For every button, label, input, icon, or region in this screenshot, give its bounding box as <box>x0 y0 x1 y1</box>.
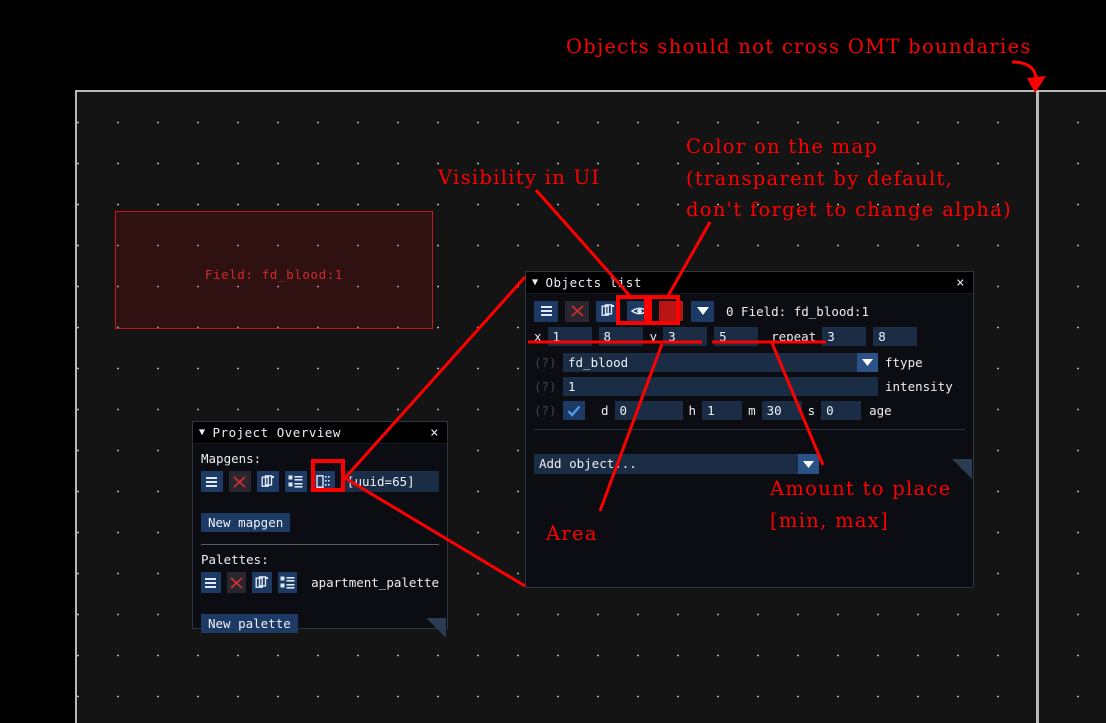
mapgen-uuid-field[interactable]: [uuid=65] <box>340 471 440 492</box>
age-row: (?) d 0 h 1 m 30 s 0 age <box>534 401 965 420</box>
age-label: age <box>869 403 892 418</box>
objects-resize-handle[interactable] <box>952 459 972 479</box>
collapse-caret-icon[interactable]: ▼ <box>199 427 206 438</box>
menu-icon[interactable] <box>201 572 221 593</box>
palette-row: apartment_palette <box>201 572 439 593</box>
ftype-label: ftype <box>885 355 923 370</box>
objects-window-title: Objects list <box>545 275 642 290</box>
field-area-rect[interactable]: Field: fd_blood:1 <box>115 211 433 329</box>
y-max-input[interactable]: 5 <box>714 327 759 346</box>
help-icon[interactable]: (?) <box>534 379 557 394</box>
annotation-visibility: Visibility in UI <box>438 166 601 189</box>
add-object-value: Add object... <box>539 456 637 471</box>
annotation-amount: Amount to place [min, max] <box>770 473 952 536</box>
copy-icon[interactable] <box>256 471 279 492</box>
close-icon[interactable]: × <box>428 426 441 440</box>
project-overview-window[interactable]: ▼ Project Overview × Mapgens: [uuid=65] … <box>192 421 448 638</box>
chevron-down-icon[interactable] <box>691 300 714 322</box>
project-window-title: Project Overview <box>212 425 341 440</box>
age-d-input[interactable]: 0 <box>614 401 683 420</box>
mapgens-label: Mapgens: <box>201 451 262 466</box>
objects-window-body: 0 Field: fd_blood:1 x 1 8 y 3 5 repeat 3… <box>526 294 973 480</box>
help-icon[interactable]: (?) <box>534 355 557 370</box>
objects-window-titlebar[interactable]: ▼ Objects list × <box>526 272 973 294</box>
annotation-color: Color on the map (transparent by default… <box>686 131 1012 226</box>
x-label: x <box>534 329 542 344</box>
age-fields: d 0 h 1 m 30 s 0 age <box>592 401 898 420</box>
intensity-label: intensity <box>885 379 953 394</box>
annotation-amount-line2: [min, max] <box>770 508 890 532</box>
x-max-input[interactable]: 8 <box>598 327 643 346</box>
app-root: Field: fd_blood:1 ▼ Objects list × 0 Fie… <box>0 0 1106 723</box>
intensity-value: 1 <box>568 379 576 394</box>
eye-icon[interactable] <box>627 300 651 322</box>
add-object-combo[interactable]: Add object... <box>534 454 819 474</box>
x-min-input[interactable]: 1 <box>547 327 592 346</box>
collapse-caret-icon[interactable]: ▼ <box>532 277 539 288</box>
close-icon[interactable]: × <box>954 276 967 290</box>
object-color-swatch[interactable] <box>658 300 684 322</box>
age-checkbox[interactable] <box>563 401 585 420</box>
project-window-body: Mapgens: [uuid=65] New mapgen Palettes: … <box>193 444 447 639</box>
delete-icon[interactable] <box>228 471 251 492</box>
add-object-row: Add object... <box>534 454 965 474</box>
ftype-row: (?) fd_blood ftype <box>534 353 965 372</box>
annotation-color-line1: Color on the map <box>686 135 879 158</box>
repeat-min-input[interactable]: 3 <box>822 327 867 346</box>
menu-icon[interactable] <box>201 471 223 492</box>
properties-icon[interactable] <box>284 471 307 492</box>
field-area-label: Field: fd_blood:1 <box>204 267 344 282</box>
y-label: y <box>649 329 658 344</box>
ftype-combo[interactable]: fd_blood <box>563 353 878 372</box>
annotation-amount-line1: Amount to place <box>770 477 952 500</box>
properties-icon[interactable] <box>277 572 298 593</box>
mapgen-edit-icon[interactable] <box>312 471 335 492</box>
copy-icon[interactable] <box>252 572 272 593</box>
age-m-input[interactable]: 30 <box>761 401 802 420</box>
repeat-max-input[interactable]: 8 <box>873 327 918 346</box>
mapgen-row: [uuid=65] <box>201 471 440 492</box>
object-coords-row: x 1 8 y 3 5 repeat 3 8 <box>534 327 965 346</box>
annotation-color-line2: (transparent by default, <box>686 166 954 190</box>
annotation-area: Area <box>546 522 598 545</box>
age-m-label: m <box>748 403 756 418</box>
menu-icon[interactable] <box>534 300 558 322</box>
copy-icon[interactable] <box>596 300 620 322</box>
palette-name: apartment_palette <box>311 575 439 590</box>
help-icon[interactable]: (?) <box>534 403 557 418</box>
palettes-label: Palettes: <box>201 552 269 567</box>
annotation-omt: Objects should not cross OMT boundaries <box>566 35 1032 58</box>
objects-divider <box>534 429 965 430</box>
age-s-label: s <box>807 403 816 418</box>
omt-arrow <box>1011 60 1038 89</box>
age-h-input[interactable]: 1 <box>702 401 743 420</box>
new-palette-button[interactable]: New palette <box>201 614 298 633</box>
delete-icon[interactable] <box>226 572 247 593</box>
ftype-value: fd_blood <box>568 355 629 370</box>
delete-icon[interactable] <box>565 300 589 322</box>
age-h-label: h <box>688 403 697 418</box>
age-s-input[interactable]: 0 <box>821 401 862 420</box>
project-window-titlebar[interactable]: ▼ Project Overview × <box>193 422 447 444</box>
chevron-down-icon[interactable] <box>857 353 878 372</box>
project-divider <box>201 544 439 545</box>
object-entry-toolbar: 0 Field: fd_blood:1 <box>534 300 965 322</box>
repeat-label: repeat <box>771 329 817 344</box>
age-d-label: d <box>601 403 609 418</box>
intensity-row: (?) 1 intensity <box>534 377 965 396</box>
intensity-input[interactable]: 1 <box>563 377 878 396</box>
y-min-input[interactable]: 3 <box>663 327 708 346</box>
chevron-down-icon[interactable] <box>798 454 819 474</box>
annotation-color-line3: don't forget to change alpha) <box>686 198 1013 222</box>
project-resize-handle[interactable] <box>426 618 446 638</box>
omt-boundary-line <box>1036 92 1039 723</box>
new-mapgen-button[interactable]: New mapgen <box>201 513 291 532</box>
object-entry-caption: 0 Field: fd_blood:1 <box>726 303 869 319</box>
